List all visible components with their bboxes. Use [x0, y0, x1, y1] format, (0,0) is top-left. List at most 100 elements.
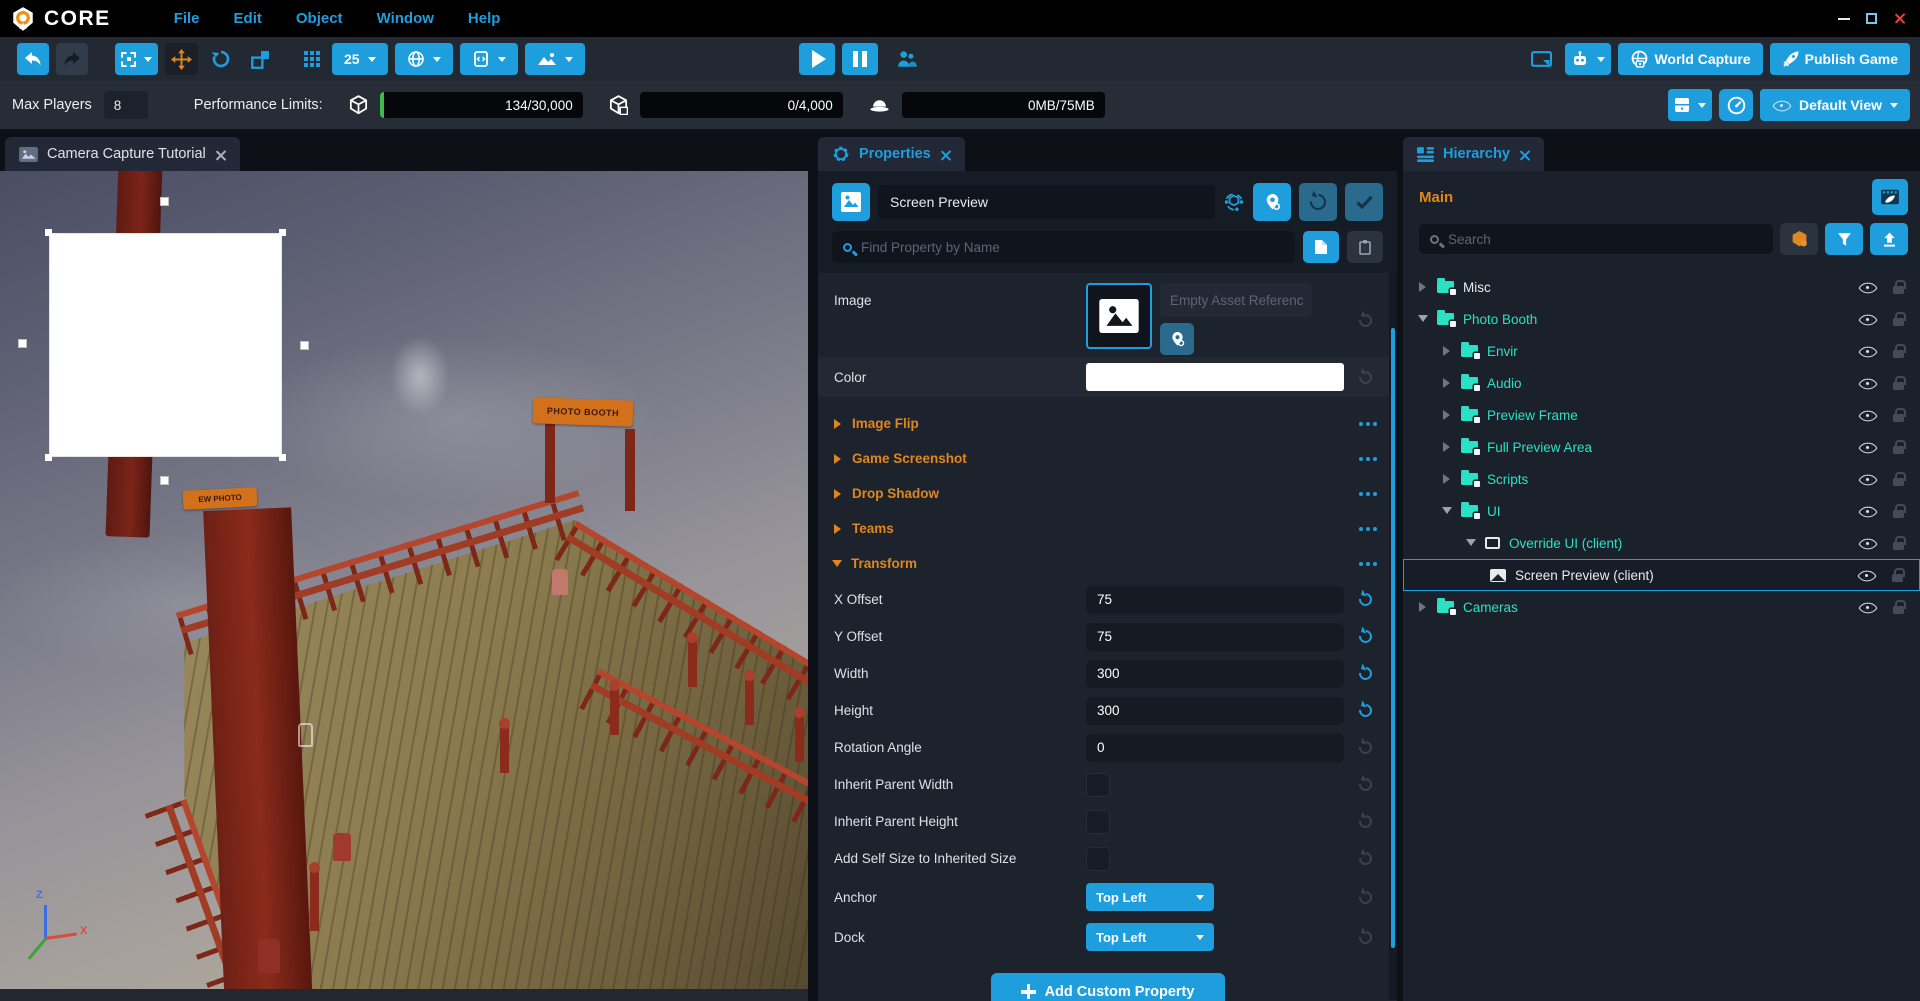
property-search-input[interactable] [861, 240, 1284, 255]
publish-game-button[interactable]: Publish Game [1770, 43, 1910, 75]
rotation-angle-input[interactable] [1086, 734, 1344, 762]
terrain-dropdown[interactable] [525, 43, 585, 75]
tree-item-override-ui[interactable]: Override UI (client) [1403, 527, 1920, 559]
resize-handle-left[interactable] [18, 339, 27, 348]
expand-arrow-icon[interactable] [1441, 442, 1455, 452]
filter-button[interactable] [1825, 223, 1863, 255]
pause-button[interactable] [842, 43, 878, 75]
reset-property-icon[interactable] [1358, 890, 1373, 905]
lock-icon[interactable] [1892, 375, 1906, 391]
section-drop-shadow[interactable]: Drop Shadow [818, 476, 1397, 511]
image-asset-reference[interactable]: Empty Asset Referenc [1160, 283, 1312, 317]
section-menu-icon[interactable] [1359, 457, 1363, 461]
close-tab-icon[interactable] [215, 149, 226, 160]
visibility-eye-icon[interactable] [1857, 567, 1877, 583]
paste-properties-button[interactable] [1347, 231, 1383, 263]
deinstance-button[interactable] [1253, 183, 1291, 221]
section-menu-icon[interactable] [1359, 562, 1363, 566]
expand-arrow-icon[interactable] [1417, 602, 1431, 612]
lock-icon[interactable] [1892, 311, 1906, 327]
template-cube-button[interactable] [1780, 223, 1818, 255]
expand-arrow-icon[interactable] [1441, 346, 1455, 356]
tree-item-preview-frame[interactable]: Preview Frame [1403, 399, 1920, 431]
tree-item-cameras[interactable]: Cameras [1403, 591, 1920, 623]
lock-icon[interactable] [1892, 343, 1906, 359]
inherit-parent-height-checkbox[interactable] [1086, 810, 1110, 834]
lock-icon[interactable] [1892, 471, 1906, 487]
close-tab-icon[interactable] [1519, 149, 1530, 160]
tree-item-audio[interactable]: Audio [1403, 367, 1920, 399]
reset-property-icon[interactable] [1358, 814, 1373, 829]
reset-property-icon[interactable] [1358, 740, 1373, 755]
image-asset-thumbnail[interactable] [1086, 283, 1152, 349]
visibility-eye-icon[interactable] [1858, 375, 1878, 391]
viewport-tab[interactable]: Camera Capture Tutorial [5, 137, 240, 171]
menu-window[interactable]: Window [377, 10, 434, 27]
reset-property-icon[interactable] [1358, 666, 1373, 681]
visibility-eye-icon[interactable] [1858, 311, 1878, 327]
copy-properties-button[interactable] [1303, 231, 1339, 263]
resize-handle-bottom[interactable] [160, 476, 169, 485]
move-tool-button[interactable] [165, 43, 198, 75]
find-asset-button[interactable] [1160, 323, 1194, 355]
visibility-eye-icon[interactable] [1858, 599, 1878, 615]
visibility-eye-icon[interactable] [1858, 343, 1878, 359]
selected-ui-element-overlay[interactable] [49, 233, 282, 457]
snap-grid-button[interactable] [293, 43, 325, 75]
expand-arrow-icon[interactable] [1441, 474, 1455, 484]
resize-handle-right[interactable] [300, 341, 309, 350]
reset-property-icon[interactable] [1358, 851, 1373, 866]
tree-item-scripts[interactable]: Scripts [1403, 463, 1920, 495]
lock-icon[interactable] [1892, 599, 1906, 615]
section-image-flip[interactable]: Image Flip [818, 406, 1397, 441]
lock-icon[interactable] [1892, 279, 1906, 295]
tree-item-envir[interactable]: Envir [1403, 335, 1920, 367]
expand-arrow-icon[interactable] [1417, 282, 1431, 292]
collapse-arrow-icon[interactable] [1417, 314, 1431, 324]
close-icon[interactable] [1893, 12, 1906, 25]
reset-property-icon[interactable] [1358, 777, 1373, 792]
add-self-size-checkbox[interactable] [1086, 847, 1110, 871]
section-transform[interactable]: Transform [818, 546, 1397, 581]
scale-tool-button[interactable] [244, 43, 276, 75]
visibility-eye-icon[interactable] [1858, 503, 1878, 519]
menu-help[interactable]: Help [468, 10, 501, 27]
save-dropdown[interactable] [1668, 89, 1712, 121]
default-view-dropdown[interactable]: Default View [1760, 89, 1910, 121]
corner-handle[interactable] [45, 229, 52, 236]
bot-dropdown[interactable] [1565, 43, 1611, 75]
corner-handle[interactable] [279, 229, 286, 236]
tree-item-full-preview-area[interactable]: Full Preview Area [1403, 431, 1920, 463]
revert-changes-button[interactable] [1299, 183, 1337, 221]
tree-item-misc[interactable]: Misc [1403, 271, 1920, 303]
world-capture-button[interactable]: World Capture [1618, 43, 1762, 75]
environment-dropdown[interactable] [395, 43, 453, 75]
section-game-screenshot[interactable]: Game Screenshot [818, 441, 1397, 476]
tree-item-ui[interactable]: UI [1403, 495, 1920, 527]
menu-edit[interactable]: Edit [234, 10, 262, 27]
inherit-parent-width-checkbox[interactable] [1086, 773, 1110, 797]
lock-icon[interactable] [1892, 407, 1906, 423]
visibility-eye-icon[interactable] [1858, 407, 1878, 423]
object-type-image-button[interactable] [832, 183, 870, 221]
scrollbar-thumb[interactable] [1391, 328, 1395, 948]
section-teams[interactable]: Teams [818, 511, 1397, 546]
expand-arrow-icon[interactable] [1441, 378, 1455, 388]
reset-property-icon[interactable] [1358, 313, 1373, 328]
section-menu-icon[interactable] [1359, 422, 1363, 426]
dock-dropdown[interactable]: Top Left [1086, 923, 1214, 951]
menu-object[interactable]: Object [296, 10, 343, 27]
script-dropdown[interactable] [460, 43, 518, 75]
tree-item-screen-preview[interactable]: Screen Preview (client) [1403, 559, 1920, 591]
reset-property-icon[interactable] [1358, 592, 1373, 607]
restore-icon[interactable] [1866, 13, 1877, 24]
selection-mode-dropdown[interactable] [115, 43, 158, 75]
hierarchy-tab[interactable]: Hierarchy [1403, 137, 1544, 171]
reset-property-icon[interactable] [1358, 629, 1373, 644]
play-button[interactable] [799, 43, 835, 75]
properties-scrollbar[interactable] [1389, 273, 1397, 1000]
rotate-tool-button[interactable] [205, 43, 237, 75]
export-button[interactable] [1870, 223, 1908, 255]
minimize-icon[interactable] [1838, 18, 1850, 20]
hierarchy-search-box[interactable] [1419, 224, 1773, 254]
